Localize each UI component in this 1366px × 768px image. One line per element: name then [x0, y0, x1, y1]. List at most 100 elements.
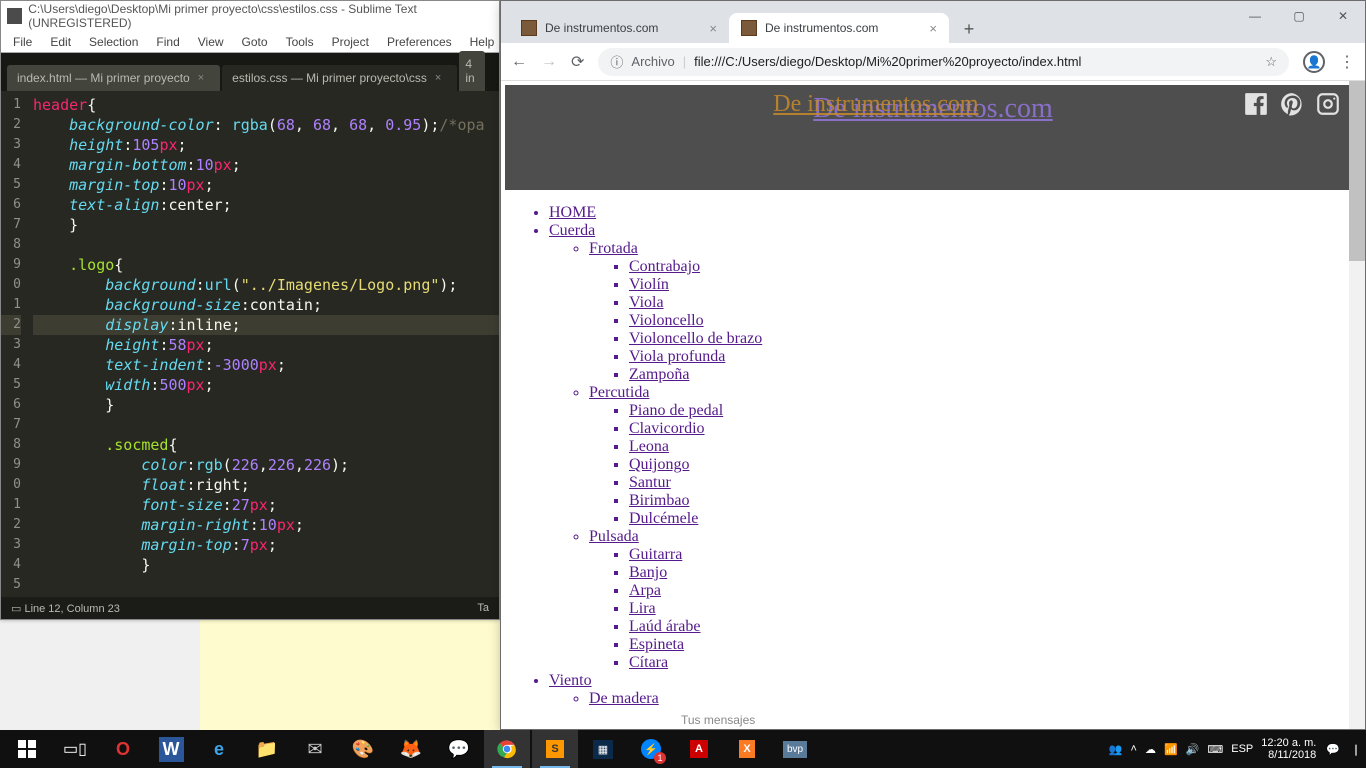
facebook-icon[interactable]	[1243, 91, 1269, 122]
sublime-tab-estilos-css[interactable]: estilos.css — Mi primer proyecto\css ×	[222, 65, 457, 91]
pinterest-icon[interactable]	[1279, 91, 1305, 122]
chrome-scrollbar[interactable]	[1349, 81, 1365, 729]
task-view-button[interactable]: ▭▯	[52, 730, 98, 768]
back-button[interactable]: ←	[511, 53, 527, 71]
taskbar-app-1[interactable]: ▦	[580, 730, 626, 768]
sublime-menubar: File Edit Selection Find View Goto Tools…	[1, 31, 499, 53]
nav-link[interactable]: Lira	[629, 600, 656, 617]
taskbar-whatsapp[interactable]: 💬	[436, 730, 482, 768]
taskbar-sublime[interactable]: S	[532, 730, 578, 768]
taskbar-firefox[interactable]: 🦊	[388, 730, 434, 768]
messenger-tooltip: Tus mensajes	[681, 713, 755, 727]
taskbar-messenger[interactable]: ⚡1	[628, 730, 674, 768]
close-icon[interactable]: ×	[198, 72, 204, 84]
taskbar-mail[interactable]: ✉	[292, 730, 338, 768]
show-desktop-button[interactable]: ❙	[1346, 730, 1366, 768]
taskbar-opera[interactable]: O	[100, 730, 146, 768]
nav-link[interactable]: Santur	[629, 474, 671, 491]
nav-link[interactable]: Violoncello de brazo	[629, 330, 762, 347]
nav-link[interactable]: Piano de pedal	[629, 402, 723, 419]
nav-link[interactable]: Frotada	[589, 240, 638, 257]
nav-link[interactable]: Guitarra	[629, 546, 682, 563]
taskbar-explorer[interactable]: 📁	[244, 730, 290, 768]
maximize-button[interactable]: ▢	[1277, 1, 1321, 31]
menu-project[interactable]: Project	[324, 33, 377, 51]
menu-preferences[interactable]: Preferences	[379, 33, 460, 51]
tab-close-icon[interactable]: ×	[929, 21, 937, 36]
nav-link[interactable]: Zampoña	[629, 366, 689, 383]
start-button[interactable]	[4, 730, 50, 768]
menu-file[interactable]: File	[5, 33, 40, 51]
nav-link[interactable]: Cuerda	[549, 222, 595, 239]
chrome-tab-1[interactable]: De instrumentos.com ×	[509, 13, 729, 43]
nav-link[interactable]: Arpa	[629, 582, 661, 599]
tray-language[interactable]: ESP	[1231, 743, 1253, 755]
close-button[interactable]: ✕	[1321, 1, 1365, 31]
reload-button[interactable]: ⟳	[571, 52, 584, 72]
new-tab-button[interactable]: +	[955, 15, 983, 43]
list-item: Espineta	[629, 636, 1357, 654]
chrome-omnibox[interactable]: ⓘ Archivo | file:///C:/Users/diego/Deskt…	[598, 48, 1289, 76]
tray-notifications-icon[interactable]: 💬	[1326, 743, 1340, 756]
nav-link[interactable]: De madera	[589, 690, 659, 707]
nav-link[interactable]: Clavicordio	[629, 420, 705, 437]
chrome-menu-icon[interactable]: ⋮	[1339, 52, 1355, 72]
nav-link[interactable]: Espineta	[629, 636, 684, 653]
list-item: Clavicordio	[629, 420, 1357, 438]
forward-button[interactable]: →	[541, 53, 557, 71]
taskbar-clock[interactable]: 12:20 a. m. 8/11/2018	[1261, 737, 1318, 761]
tray-volume-icon[interactable]: 🔊	[1186, 743, 1200, 756]
tab-close-icon[interactable]: ×	[709, 21, 717, 36]
profile-icon[interactable]: 👤	[1303, 51, 1325, 73]
taskbar-word[interactable]: W	[148, 730, 194, 768]
star-icon[interactable]: ☆	[1265, 54, 1277, 70]
nav-link[interactable]: Laúd árabe	[629, 618, 701, 635]
close-icon[interactable]: ×	[435, 72, 441, 84]
tray-expand-icon[interactable]: ˄	[1131, 743, 1137, 755]
nav-link[interactable]: Leona	[629, 438, 669, 455]
menu-goto[interactable]: Goto	[234, 33, 276, 51]
nav-link[interactable]: HOME	[549, 204, 596, 221]
menu-find[interactable]: Find	[148, 33, 187, 51]
taskbar-chrome[interactable]	[484, 730, 530, 768]
tray-wifi-icon[interactable]: 📶	[1164, 743, 1178, 756]
nav-link[interactable]: Violín	[629, 276, 669, 293]
taskbar-acrobat[interactable]: A	[676, 730, 722, 768]
sublime-code[interactable]: header{ background-color: rgba(68, 68, 6…	[29, 91, 499, 597]
sublime-tab-overflow[interactable]: 4 in	[459, 51, 485, 91]
tray-keyboard-icon[interactable]: ⌨	[1207, 743, 1223, 756]
nav-link[interactable]: Cítara	[629, 654, 668, 671]
nav-link[interactable]: Contrabajo	[629, 258, 700, 275]
nav-link[interactable]: Quijongo	[629, 456, 689, 473]
taskbar-paint[interactable]: 🎨	[340, 730, 386, 768]
nav-link[interactable]: Birimbao	[629, 492, 689, 509]
sublime-editor[interactable]: 1234567890123456789012345 header{ backgr…	[1, 91, 499, 597]
menu-help[interactable]: Help	[462, 33, 503, 51]
nav-link[interactable]: Viola profunda	[629, 348, 725, 365]
site-info-icon[interactable]: ⓘ	[610, 52, 623, 71]
taskbar-xampp[interactable]: X	[724, 730, 770, 768]
menu-tools[interactable]: Tools	[278, 33, 322, 51]
site-logo[interactable]: De instrumentos.com	[813, 93, 1053, 125]
taskbar-edge[interactable]: e	[196, 730, 242, 768]
nav-link[interactable]: Viola	[629, 294, 664, 311]
list-item: Lira	[629, 600, 1357, 618]
chrome-tab-2[interactable]: De instrumentos.com ×	[729, 13, 949, 43]
instagram-icon[interactable]	[1315, 91, 1341, 122]
nav-link[interactable]: Pulsada	[589, 528, 639, 545]
nav-link[interactable]: Dulcémele	[629, 510, 698, 527]
taskbar-app-2[interactable]: bvp	[772, 730, 818, 768]
tray-cloud-icon[interactable]: ☁	[1145, 743, 1156, 756]
sublime-titlebar[interactable]: C:\Users\diego\Desktop\Mi primer proyect…	[1, 1, 499, 31]
nav-link[interactable]: Viento	[549, 672, 592, 689]
scrollbar-thumb[interactable]	[1349, 81, 1365, 261]
menu-view[interactable]: View	[190, 33, 232, 51]
menu-selection[interactable]: Selection	[81, 33, 146, 51]
sublime-tab-index-html[interactable]: index.html — Mi primer proyecto ×	[7, 65, 220, 91]
tray-people-icon[interactable]: 👥	[1109, 743, 1123, 756]
menu-edit[interactable]: Edit	[42, 33, 79, 51]
nav-link[interactable]: Banjo	[629, 564, 667, 581]
nav-link[interactable]: Violoncello	[629, 312, 704, 329]
nav-link[interactable]: Percutida	[589, 384, 649, 401]
minimize-button[interactable]: —	[1233, 1, 1277, 31]
